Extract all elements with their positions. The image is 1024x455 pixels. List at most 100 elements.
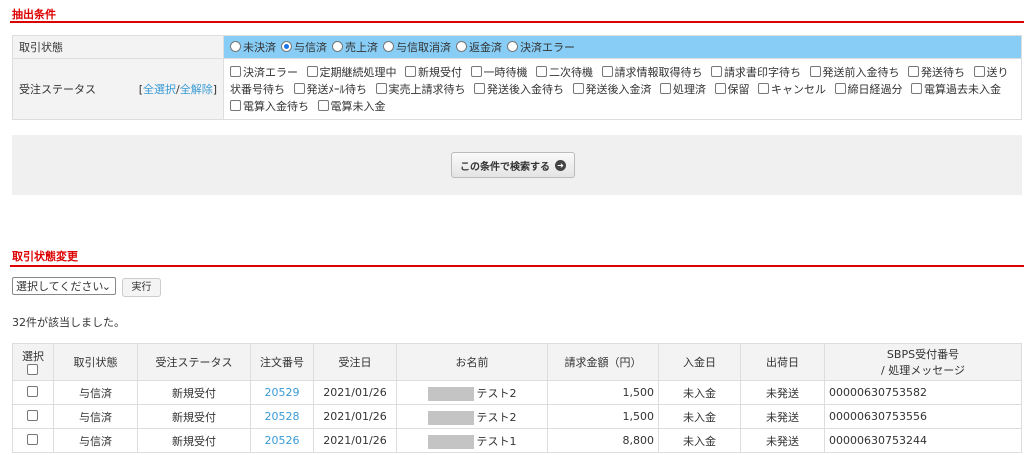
header-select: 選択 <box>12 343 54 381</box>
checkbox[interactable] <box>809 65 821 77</box>
row-checkbox[interactable] <box>26 386 38 397</box>
checkbox[interactable] <box>601 65 613 77</box>
status-checkbox-option[interactable]: 二次待機 <box>536 65 593 79</box>
date-cell: 2021/01/26 <box>313 380 397 405</box>
checkbox[interactable] <box>375 82 387 94</box>
radio-label: 決済エラー <box>520 41 575 54</box>
status-checkbox-option[interactable]: 発送後入金待ち <box>474 82 564 96</box>
order-number-link[interactable]: 20526 <box>265 434 300 447</box>
trade-radio-option[interactable]: 売上済 <box>332 41 378 54</box>
redacted-block <box>427 386 474 401</box>
checkbox[interactable] <box>758 82 769 94</box>
checkbox[interactable] <box>536 65 547 77</box>
header-trade: 取引状態 <box>53 343 138 381</box>
order-number-link[interactable]: 20528 <box>265 410 300 423</box>
name-cell: テスト2 <box>396 380 548 405</box>
status-checkbox-option[interactable]: 発送待ち <box>908 65 965 79</box>
radio-button[interactable] <box>507 41 518 52</box>
checkbox-label: 保留 <box>727 82 750 96</box>
checkbox-label: 二次待機 <box>549 65 593 79</box>
status-checkbox-option[interactable]: 電算未入金 <box>317 99 386 113</box>
checkbox[interactable] <box>973 65 985 77</box>
table-row: 与信済 新規受付 20529 2021/01/26 テスト2 1,500 未入金… <box>12 380 1022 405</box>
trade-radio-option[interactable]: 決済エラー <box>507 41 575 54</box>
header-sbps-line1: SBPS受付番号 <box>886 348 960 361</box>
result-count: 32件が該当しました。 <box>12 316 125 329</box>
trade-status-radio-group: 未決済 与信済 売上済 与信取消済 返金済 決済エラー <box>223 35 1022 59</box>
row-checkbox[interactable] <box>26 410 38 421</box>
order-number-link[interactable]: 20529 <box>265 386 300 399</box>
status-cell: 新規受付 <box>137 380 251 405</box>
select-all-link[interactable]: 全選択 <box>143 83 176 96</box>
amount-cell: 1,500 <box>547 404 659 429</box>
checkbox-label: 定期継続処理中 <box>319 65 397 79</box>
status-checkbox-option[interactable]: 新規受付 <box>405 65 462 79</box>
checkbox-label: 発送待ち <box>921 65 965 79</box>
status-checkbox-option[interactable]: 処理済 <box>660 82 706 96</box>
checkbox[interactable] <box>714 82 726 94</box>
checkbox[interactable] <box>660 82 671 94</box>
header-name: お名前 <box>396 343 548 381</box>
status-checkbox-option[interactable]: 定期継続処理中 <box>306 65 397 79</box>
status-checkbox-option[interactable]: 請求書印字待ち <box>711 65 801 79</box>
status-checkbox-option[interactable]: 発送ﾒｰﾙ待ち <box>293 82 368 96</box>
checkbox-label: 一時待機 <box>483 65 528 79</box>
redacted-block <box>427 410 474 425</box>
select-all-checkbox[interactable] <box>26 363 38 375</box>
status-checkbox-option[interactable]: 発送後入金済 <box>572 82 652 96</box>
checkbox[interactable] <box>908 65 919 77</box>
radio-button[interactable] <box>230 41 241 52</box>
status-change-select[interactable]: 選択してください ⌄ <box>12 277 116 295</box>
checkbox[interactable] <box>834 82 846 94</box>
checkbox[interactable] <box>405 65 416 77</box>
search-button[interactable]: この条件で検索する ➜ <box>451 152 575 178</box>
trade-radio-option[interactable]: 与信取消済 <box>383 41 451 54</box>
checkbox-label: 発送前入金待ち <box>822 65 900 79</box>
checkbox[interactable] <box>230 99 241 111</box>
trade-radio-option[interactable]: 与信済 <box>281 41 327 54</box>
trade-radio-option[interactable]: 未決済 <box>230 41 276 54</box>
name-text: テスト2 <box>476 410 517 424</box>
radio-label: 売上済 <box>345 41 378 54</box>
header-order: 注文番号 <box>250 343 314 381</box>
status-checkbox-option[interactable]: 電算入金待ち <box>230 99 309 113</box>
checkbox[interactable] <box>230 65 241 77</box>
checkbox[interactable] <box>293 82 305 94</box>
status-checkbox-option[interactable]: キャンセル <box>758 82 826 96</box>
status-checkbox-option[interactable]: 一時待機 <box>470 65 528 79</box>
sbps-cell: 00000630753582 <box>824 380 1022 405</box>
exec-button[interactable]: 実行 <box>122 278 161 297</box>
name-cell: テスト1 <box>396 428 548 453</box>
checkbox[interactable] <box>306 65 318 77</box>
radio-button[interactable] <box>281 41 292 52</box>
arrow-right-icon: ➜ <box>555 159 566 171</box>
header-ship: 出荷日 <box>740 343 825 381</box>
radio-label: 与信取消済 <box>396 41 451 54</box>
ship-cell: 未発送 <box>740 428 825 453</box>
radio-button[interactable] <box>456 41 467 52</box>
status-checkbox-option[interactable]: 実売上請求待ち <box>375 82 466 96</box>
status-checkbox-option[interactable]: 電算過去未入金 <box>911 82 1001 96</box>
checkbox[interactable] <box>911 82 922 94</box>
status-checkbox-option[interactable]: 発送前入金待ち <box>809 65 900 79</box>
checkbox[interactable] <box>572 82 584 94</box>
header-sbps: SBPS受付番号 / 処理メッセージ <box>824 343 1022 381</box>
checkbox[interactable] <box>470 65 482 77</box>
status-checkbox-option[interactable]: 請求情報取得待ち <box>601 65 703 79</box>
checkbox[interactable] <box>317 99 329 111</box>
radio-button[interactable] <box>383 41 394 52</box>
checkbox-label: 処理済 <box>673 82 706 96</box>
checkbox-label: 発送ﾒｰﾙ待ち <box>306 82 368 96</box>
checkbox-label: キャンセル <box>771 82 826 96</box>
status-checkbox-option[interactable]: 締日経過分 <box>834 82 903 96</box>
checkbox[interactable] <box>711 65 722 77</box>
filter-table: 取引状態 未決済 与信済 売上済 与信取消済 返金済 決済エラー 受注ステータス [全選択/… <box>12 35 1022 120</box>
radio-button[interactable] <box>332 41 343 52</box>
row-checkbox[interactable] <box>26 434 38 445</box>
checkbox[interactable] <box>474 82 485 94</box>
status-checkbox-option[interactable]: 決済エラー <box>230 65 298 79</box>
status-checkbox-option[interactable]: 保留 <box>714 82 750 96</box>
deselect-all-link[interactable]: 全解除 <box>180 83 213 96</box>
trade-radio-option[interactable]: 返金済 <box>456 41 502 54</box>
header-paid: 入金日 <box>658 343 741 381</box>
